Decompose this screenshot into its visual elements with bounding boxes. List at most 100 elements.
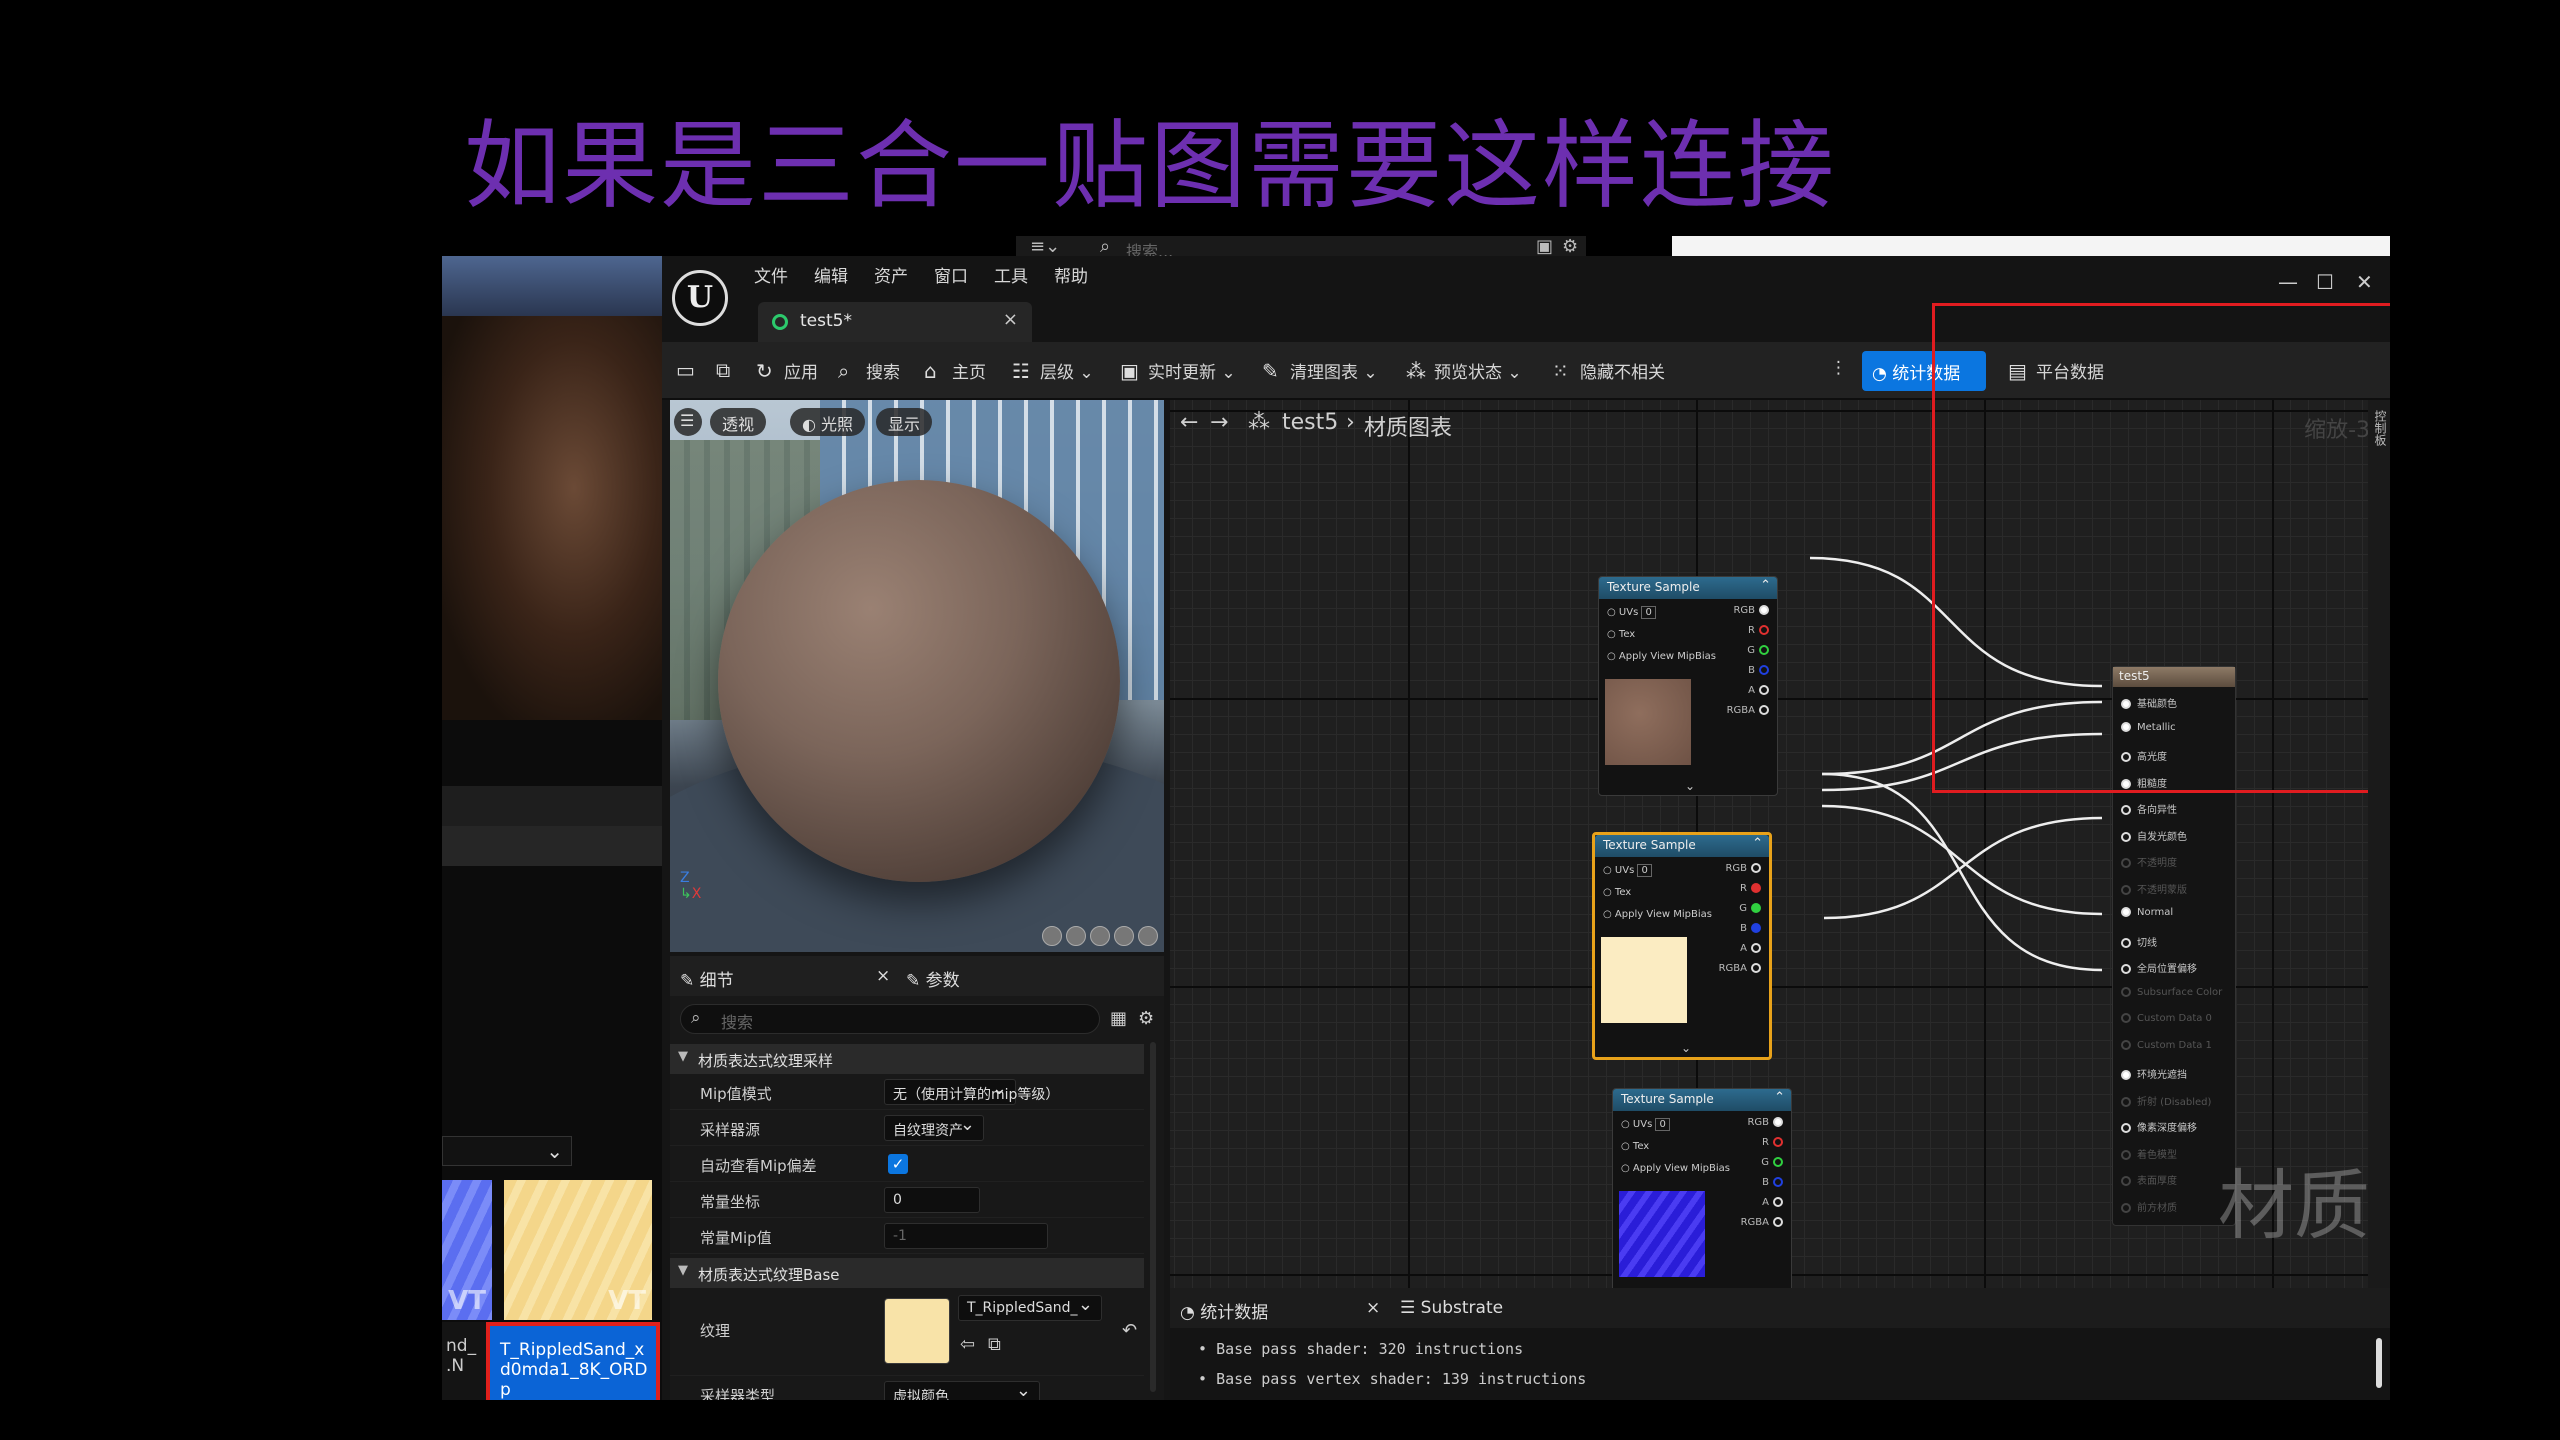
output-pin[interactable]: 折射 (Disabled) — [2121, 1093, 2211, 1108]
reset-icon[interactable]: ↶ — [1122, 1320, 1137, 1341]
gear-icon[interactable]: ⚙ — [1562, 236, 1578, 257]
section-texture-sample[interactable]: ▼ 材质表达式纹理采样 — [670, 1044, 1144, 1074]
sampler-type-select[interactable]: 虚拟颜色 — [884, 1380, 1040, 1400]
table-view-icon[interactable]: ▦ — [1110, 1008, 1127, 1029]
texture-sample-node-3[interactable]: Texture Sample ⌃ ○ UVs 0 ○ Tex ○ Apply Vi… — [1612, 1088, 1792, 1288]
preview-viewport[interactable]: ☰ 透视 ◐ 光照 显示 Z ↳X — [670, 400, 1164, 952]
texture-select[interactable]: T_RippledSand_ — [958, 1294, 1102, 1321]
menu-edit[interactable]: 编辑 — [814, 262, 848, 287]
output-pin[interactable]: 高光度 — [2121, 748, 2167, 763]
uvs-pin[interactable]: ○ UVs 0 — [1607, 606, 1656, 619]
filter-icon[interactable]: ≡⌄ — [1030, 236, 1060, 257]
apply-button[interactable]: ↻ 应用 — [756, 358, 818, 383]
r-output-pin[interactable]: R — [1740, 883, 1761, 894]
output-pin[interactable]: 着色模型 — [2121, 1146, 2177, 1161]
details-scrollbar[interactable] — [1150, 1042, 1156, 1392]
output-pin[interactable]: 不透明度 — [2121, 854, 2177, 869]
output-pin[interactable]: Custom Data 0 — [2121, 1013, 2212, 1024]
uvs-pin[interactable]: ○ UVs 0 — [1603, 864, 1652, 877]
rgb-output-pin[interactable]: RGB — [1747, 1117, 1783, 1128]
output-pin[interactable]: 粗糙度 — [2121, 775, 2167, 790]
ord-texture-thumbnail[interactable]: VT — [504, 1180, 652, 1320]
rgb-output-pin[interactable]: RGB — [1725, 863, 1761, 874]
output-pin[interactable]: Metallic — [2121, 721, 2176, 733]
a-output-pin[interactable]: A — [1740, 943, 1761, 954]
texture-sample-node-2[interactable]: Texture Sample ⌃ ○ UVs 0 ○ Tex ○ Apply Vi… — [1592, 832, 1772, 1060]
tex-pin[interactable]: ○ Tex — [1621, 1141, 1649, 1152]
menu-window[interactable]: 窗口 — [934, 262, 968, 287]
output-pin[interactable]: Normal — [2121, 907, 2173, 918]
browse-icon[interactable]: ⧉ — [716, 358, 744, 382]
output-pin[interactable]: Subsurface Color — [2121, 986, 2222, 998]
minimize-icon[interactable]: — — [2278, 270, 2298, 294]
save-icon[interactable]: ▭ — [676, 358, 704, 382]
r-output-pin[interactable]: R — [1748, 625, 1769, 636]
output-pin[interactable]: 前方材质 — [2121, 1199, 2177, 1214]
viewport-menu-icon[interactable]: ☰ — [674, 408, 702, 436]
a-output-pin[interactable]: A — [1762, 1197, 1783, 1208]
normal-texture-thumbnail[interactable]: VT — [442, 1180, 492, 1320]
section-texture-base[interactable]: ▼ 材质表达式纹理Base — [670, 1258, 1144, 1288]
filter-dropdown[interactable]: ⌄ — [442, 1136, 572, 1166]
g-output-pin[interactable]: G — [1747, 645, 1769, 656]
menu-file[interactable]: 文件 — [754, 262, 788, 287]
gear-icon[interactable]: ⚙ — [1138, 1008, 1154, 1029]
material-output-node[interactable]: test5 基础颜色 Metallic 高光度 粗糙度 各向异性 自发光颜色 不透明度 不透明… — [2112, 666, 2236, 1226]
a-output-pin[interactable]: A — [1748, 685, 1769, 696]
tab-substrate[interactable]: ☰ Substrate — [1400, 1298, 1503, 1318]
folder-icon[interactable]: ▣ — [1536, 236, 1553, 257]
collapse-icon[interactable]: ⌃ — [1760, 578, 1771, 593]
rgb-output-pin[interactable]: RGB — [1733, 605, 1769, 616]
clean-graph-button[interactable]: ✎ 清理图表 ⌄ — [1262, 358, 1378, 383]
hierarchy-button[interactable]: ☷ 层级 ⌄ — [1012, 358, 1094, 383]
more-options-icon[interactable]: ⋮ — [1830, 358, 1847, 378]
show-button[interactable]: 显示 — [876, 408, 933, 436]
output-pin[interactable]: 切线 — [2121, 934, 2157, 949]
rgba-output-pin[interactable]: RGBA — [1719, 963, 1761, 974]
details-search-input[interactable]: ⌕ 搜索 — [680, 1004, 1100, 1034]
close-tab-icon[interactable]: × — [1003, 309, 1018, 330]
output-pin[interactable]: 基础颜色 — [2121, 695, 2177, 710]
output-pin[interactable]: 全局位置偏移 — [2121, 960, 2197, 975]
collapse-icon[interactable]: ⌃ — [1752, 836, 1763, 851]
collapse-icon[interactable]: ⌃ — [1774, 1090, 1785, 1105]
mip-mode-select[interactable]: 无（使用计算的mip等级） — [884, 1078, 1059, 1105]
output-pin[interactable]: Custom Data 1 — [2121, 1039, 2212, 1051]
output-pin[interactable]: 环境光遮挡 — [2121, 1066, 2187, 1081]
material-graph[interactable]: ← → ⁂ test5 › 材质图表 缩放-3 Texture Sample ⌃ … — [1170, 400, 2390, 1288]
g-output-pin[interactable]: G — [1761, 1157, 1783, 1168]
palette-side-tab[interactable]: 控制板 — [2368, 400, 2390, 1288]
browse-folder-icon[interactable]: ⧉ — [988, 1334, 1001, 1355]
mipbias-pin[interactable]: ○ Apply View MipBias — [1621, 1163, 1730, 1174]
sampler-source-select[interactable]: 自纹理资产 — [884, 1114, 984, 1141]
preview-mesh-selector[interactable] — [1042, 926, 1158, 946]
search-button[interactable]: ⌕ 搜索 — [838, 358, 900, 383]
g-output-pin[interactable]: G — [1739, 903, 1761, 914]
r-output-pin[interactable]: R — [1762, 1137, 1783, 1148]
const-coordinate-input[interactable]: 0 — [884, 1187, 980, 1213]
tab-details[interactable]: ✎ 细节 — [680, 966, 734, 991]
rgba-output-pin[interactable]: RGBA — [1727, 705, 1769, 716]
expand-icon[interactable]: ⌄ — [1685, 779, 1695, 793]
tab-stats[interactable]: ◔ 统计数据 — [1180, 1298, 1268, 1323]
close-stats-icon[interactable]: × — [1366, 1298, 1380, 1318]
menu-tools[interactable]: 工具 — [994, 262, 1028, 287]
menu-help[interactable]: 帮助 — [1054, 262, 1088, 287]
expand-icon[interactable]: ⌄ — [1681, 1041, 1691, 1055]
tex-pin[interactable]: ○ Tex — [1607, 629, 1635, 640]
uvs-pin[interactable]: ○ UVs 0 — [1621, 1118, 1670, 1131]
perspective-button[interactable]: 透视 — [710, 408, 767, 436]
stats-button[interactable]: ◔ 统计数据 — [1862, 351, 1986, 391]
b-output-pin[interactable]: B — [1740, 923, 1761, 934]
texture-sample-node-1[interactable]: Texture Sample ⌃ ○ UVs 0 ○ Tex ○ Apply Vi… — [1598, 576, 1778, 796]
tab-params[interactable]: ✎ 参数 — [906, 966, 960, 991]
b-output-pin[interactable]: B — [1748, 665, 1769, 676]
const-mip-input[interactable]: -1 — [884, 1223, 1048, 1249]
mipbias-pin[interactable]: ○ Apply View MipBias — [1603, 909, 1712, 920]
output-pin[interactable]: 表面厚度 — [2121, 1172, 2177, 1187]
preview-state-button[interactable]: ⁂ 预览状态 ⌄ — [1406, 358, 1522, 383]
selected-asset-card[interactable]: T_RippledSand_xd0mda1_8K_ORDp 纹理 — [486, 1322, 660, 1400]
menu-asset[interactable]: 资产 — [874, 262, 908, 287]
platform-stats-button[interactable]: ▤ 平台数据 — [2008, 358, 2104, 383]
output-pin[interactable]: 各向异性 — [2121, 801, 2177, 816]
